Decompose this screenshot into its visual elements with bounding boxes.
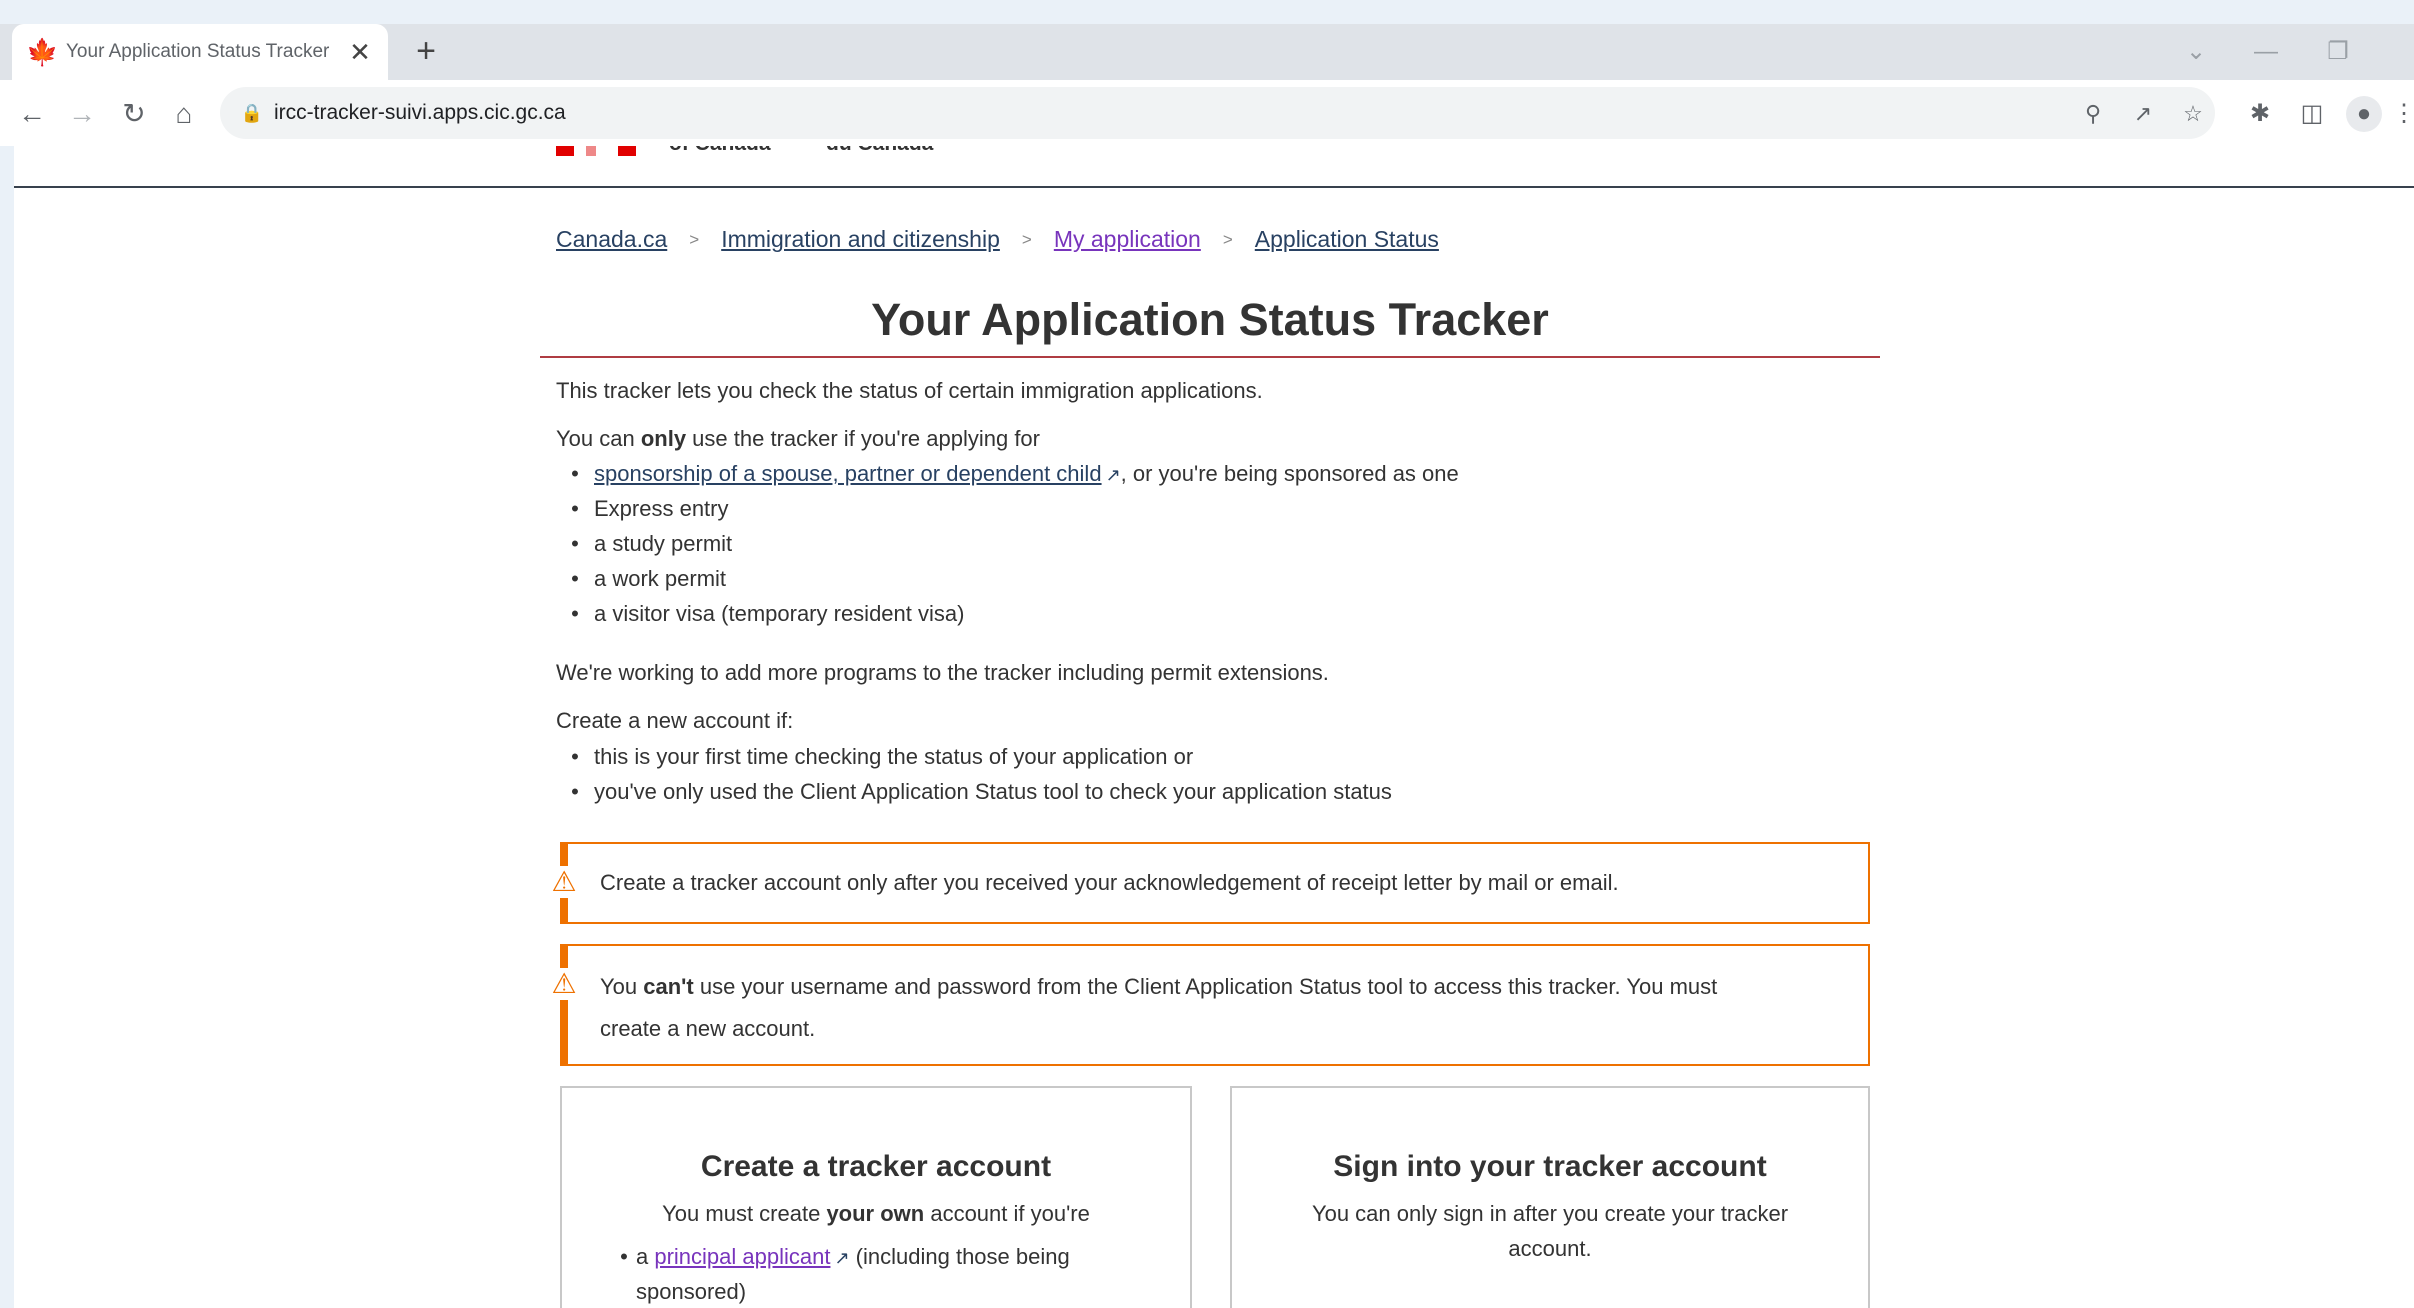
chevron-right-icon: > bbox=[1222, 230, 1233, 249]
reload-icon[interactable]: ↻ bbox=[114, 94, 154, 134]
list-item: you've only used the Client Application … bbox=[556, 774, 1392, 809]
address-bar[interactable]: 🔒 ircc-tracker-suivi.apps.cic.gc.ca ⚲ ↗ … bbox=[220, 87, 2215, 139]
tab-strip: 🍁 Your Application Status Tracker ✕ + ⌄ … bbox=[0, 24, 2414, 80]
extensions-icon[interactable]: ✱ bbox=[2242, 96, 2278, 132]
only-text: You can only use the tracker if you're a… bbox=[556, 426, 1040, 451]
list-item: this is your first time checking the sta… bbox=[556, 739, 1392, 774]
list-item: a visitor visa (temporary resident visa) bbox=[556, 596, 1459, 631]
browser-toolbar: ← → ↻ ⌂ 🔒 ircc-tracker-suivi.apps.cic.gc… bbox=[0, 80, 2414, 146]
tab-title: Your Application Status Tracker bbox=[66, 41, 330, 62]
web-page: of Canada du Canada Canada.ca > Immigratio… bbox=[14, 146, 2414, 1308]
working-text: We're working to add more programs to th… bbox=[556, 660, 1329, 685]
share-icon[interactable]: ↗ bbox=[2126, 97, 2160, 131]
lock-icon[interactable]: 🔒 bbox=[238, 99, 266, 127]
list-item: • a principal applicant ↗ (including those… bbox=[620, 1244, 1070, 1304]
create-account-text: You must create your own account if you'… bbox=[662, 1201, 1090, 1226]
plus-icon[interactable]: + bbox=[408, 34, 444, 70]
chevron-down-icon[interactable]: ⌄ bbox=[2178, 34, 2214, 70]
principal-applicant-link[interactable]: principal applicant bbox=[654, 1244, 830, 1269]
only-bold: only bbox=[640, 426, 687, 451]
your-own-bold: your own bbox=[826, 1201, 925, 1226]
url-text[interactable]: ircc-tracker-suivi.apps.cic.gc.ca bbox=[274, 87, 566, 139]
maple-leaf-icon: 🍁 bbox=[26, 37, 59, 67]
canada-flag bbox=[556, 146, 636, 160]
list-item: a work permit bbox=[556, 561, 1459, 596]
page-title: Your Application Status Tracker bbox=[540, 294, 1880, 358]
list-item: sponsorship of a spouse, partner or depe… bbox=[556, 456, 1459, 491]
gov-name-en: of Canada bbox=[669, 146, 771, 156]
programs-list: sponsorship of a spouse, partner or depe… bbox=[556, 456, 1459, 631]
cant-bold: can't bbox=[643, 974, 694, 999]
breadcrumb-canada[interactable]: Canada.ca bbox=[556, 226, 667, 252]
sign-in-text: You can only sign in after you create yo… bbox=[1311, 1201, 1789, 1261]
restore-icon[interactable]: ❐ bbox=[2320, 34, 2356, 70]
star-icon[interactable]: ☆ bbox=[2176, 97, 2210, 131]
create-account-card: Create a tracker account You must create… bbox=[560, 1086, 1192, 1308]
chevron-right-icon: > bbox=[1021, 230, 1032, 249]
close-icon[interactable]: ✕ bbox=[342, 34, 378, 70]
gov-header: of Canada du Canada bbox=[14, 146, 2414, 188]
warning-icon: ⚠ bbox=[548, 968, 580, 1000]
sidepanel-icon[interactable]: ◫ bbox=[2294, 96, 2330, 132]
external-link-icon: ↗ bbox=[1105, 465, 1121, 485]
create-if-text: Create a new account if: bbox=[556, 708, 794, 733]
profile-icon[interactable]: ● bbox=[2346, 96, 2382, 132]
warning-icon: ⚠ bbox=[548, 866, 580, 898]
warning-alert-receipt: ⚠ Create a tracker account only after yo… bbox=[548, 842, 1870, 924]
list-item: a study permit bbox=[556, 526, 1459, 561]
browser-tab[interactable]: 🍁 Your Application Status Tracker ✕ bbox=[12, 24, 388, 80]
external-link-icon: ↗ bbox=[834, 1248, 850, 1268]
create-reasons-list: this is your first time checking the sta… bbox=[556, 739, 1392, 809]
breadcrumb-immigration[interactable]: Immigration and citizenship bbox=[721, 226, 1000, 252]
zoom-icon[interactable]: ⚲ bbox=[2076, 97, 2110, 131]
create-account-title: Create a tracker account bbox=[700, 1150, 1052, 1183]
intro-text: This tracker lets you check the status o… bbox=[556, 378, 1263, 403]
chevron-right-icon: > bbox=[689, 230, 700, 249]
breadcrumb-application-status[interactable]: Application Status bbox=[1255, 226, 1439, 252]
sign-in-title: Sign into your tracker account bbox=[1333, 1150, 1767, 1183]
warning-alert-new-account: ⚠ You can't use your username and passwo… bbox=[548, 944, 1870, 1066]
minimize-icon[interactable]: — bbox=[2248, 34, 2284, 70]
forward-icon[interactable]: → bbox=[62, 94, 102, 134]
breadcrumb: Canada.ca > Immigration and citizenship > My… bbox=[556, 226, 1439, 253]
gov-name-fr: du Canada bbox=[826, 146, 933, 156]
home-icon[interactable]: ⌂ bbox=[164, 94, 204, 134]
back-icon[interactable]: ← bbox=[12, 94, 52, 134]
sign-in-card: Sign into your tracker account You can o… bbox=[1230, 1086, 1870, 1308]
menu-icon[interactable]: ⋮ bbox=[2392, 96, 2414, 132]
sponsorship-link[interactable]: sponsorship of a spouse, partner or depe… bbox=[594, 461, 1102, 486]
breadcrumb-my-application[interactable]: My application bbox=[1054, 226, 1201, 252]
list-item: Express entry bbox=[556, 491, 1459, 526]
